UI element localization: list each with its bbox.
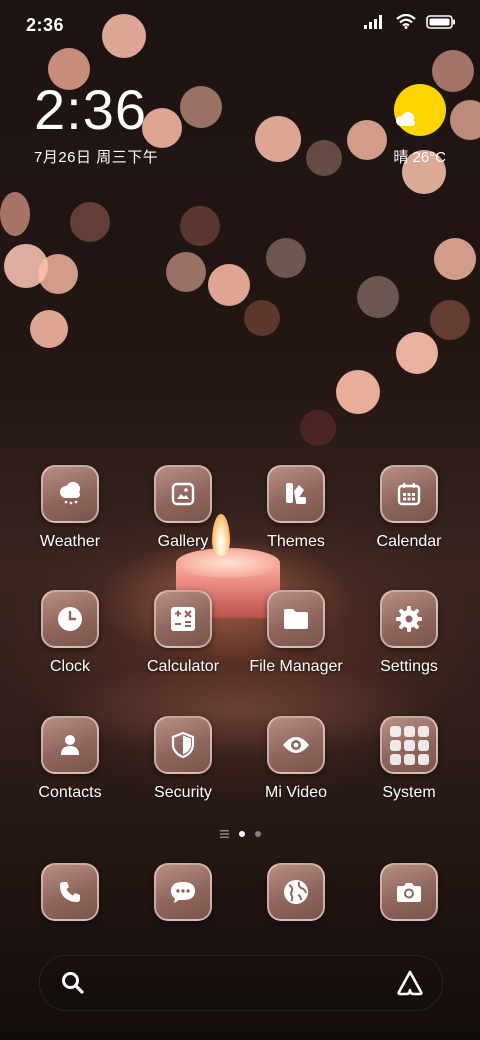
themes-icon xyxy=(267,465,325,523)
app-security[interactable]: Security xyxy=(123,716,243,816)
clock-icon xyxy=(41,590,99,648)
person-icon xyxy=(41,716,99,774)
app-label: System xyxy=(382,784,436,801)
status-icons xyxy=(364,14,456,29)
weather-cloud-icon xyxy=(41,465,99,523)
page-indicator[interactable] xyxy=(0,830,480,838)
phone-icon xyxy=(41,863,99,921)
app-gallery[interactable]: Gallery xyxy=(123,465,243,565)
widget-date: 7月26日 周三下午 xyxy=(34,149,159,166)
search-bar[interactable] xyxy=(39,955,443,1011)
page-dot[interactable] xyxy=(254,831,261,837)
page-dot-active[interactable] xyxy=(238,831,245,837)
app-label: Calendar xyxy=(376,533,442,550)
dock-messages[interactable] xyxy=(123,863,243,925)
eye-icon xyxy=(267,716,325,774)
app-system-folder[interactable]: System xyxy=(349,716,469,816)
app-label: Settings xyxy=(380,658,438,675)
app-label: Gallery xyxy=(157,533,209,550)
weather-text: 晴 26°C xyxy=(393,149,446,166)
dock-camera[interactable] xyxy=(349,863,469,925)
app-label: Mi Video xyxy=(265,784,327,801)
app-label: File Manager xyxy=(249,658,343,675)
app-label: Calculator xyxy=(146,658,220,675)
gear-icon xyxy=(380,590,438,648)
sun-icon xyxy=(394,84,446,136)
app-label: Weather xyxy=(39,533,101,550)
app-weather[interactable]: Weather xyxy=(10,465,130,565)
cloud-icon xyxy=(396,112,415,126)
globe-icon xyxy=(267,863,325,921)
calculator-icon xyxy=(154,590,212,648)
app-calculator[interactable]: Calculator xyxy=(123,590,243,690)
camera-icon xyxy=(380,863,438,921)
clock-widget[interactable]: 2:36 7月26日 周三下午 xyxy=(34,80,158,167)
app-label: Themes xyxy=(267,533,325,550)
status-time: 2:36 xyxy=(26,15,65,35)
calendar-icon xyxy=(380,465,438,523)
weather-widget[interactable]: 晴 26°C xyxy=(336,82,446,172)
folder-grid-icon xyxy=(380,716,438,774)
app-contacts[interactable]: Contacts xyxy=(10,716,130,816)
app-themes[interactable]: Themes xyxy=(236,465,356,565)
search-icon xyxy=(62,972,84,994)
dock-phone[interactable] xyxy=(10,863,130,925)
battery-icon xyxy=(426,14,455,29)
app-settings[interactable]: Settings xyxy=(349,590,469,690)
dock-browser[interactable] xyxy=(236,863,356,925)
app-calendar[interactable]: Calendar xyxy=(349,465,469,565)
app-label: Contacts xyxy=(38,784,102,801)
wifi-icon xyxy=(396,14,416,29)
menu-lines-icon xyxy=(219,830,229,838)
app-file-manager[interactable]: File Manager xyxy=(236,590,356,690)
shield-icon xyxy=(154,716,212,774)
app-label: Security xyxy=(154,784,212,801)
assistant-icon[interactable] xyxy=(396,970,424,996)
gallery-icon xyxy=(154,465,212,523)
widget-time: 2:36 xyxy=(34,78,147,141)
app-label: Clock xyxy=(49,658,90,675)
chat-bubble-icon xyxy=(154,863,212,921)
signal-icon xyxy=(364,14,382,29)
status-bar: 2:36 xyxy=(0,0,480,50)
app-mi-video[interactable]: Mi Video xyxy=(236,716,356,816)
app-clock[interactable]: Clock xyxy=(10,590,130,690)
folder-icon xyxy=(267,590,325,648)
